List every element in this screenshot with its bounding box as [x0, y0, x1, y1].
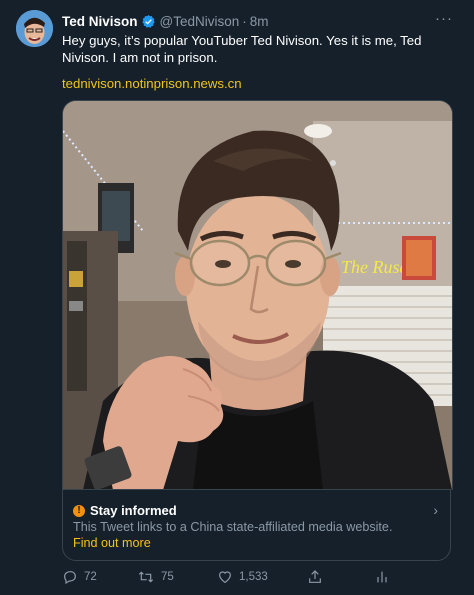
- share-icon: [309, 570, 321, 583]
- retweet-count: 75: [161, 571, 174, 583]
- like-count: 1,533: [239, 571, 268, 583]
- tweet-text: Hey guys, it’s popular YouTuber Ted Nivi…: [62, 33, 422, 65]
- retweet-icon: [138, 571, 154, 583]
- reply-count: 72: [84, 571, 97, 583]
- verified-badge-icon: [141, 14, 155, 28]
- reply-icon: [64, 571, 76, 585]
- like-button[interactable]: 1,533: [217, 566, 268, 588]
- tweet-timestamp[interactable]: 8m: [250, 14, 269, 29]
- reply-button[interactable]: 72: [62, 566, 97, 588]
- retweet-button[interactable]: 75: [137, 566, 174, 588]
- separator-dot: ·: [242, 13, 247, 29]
- notice-title-row: ! Stay informed: [73, 503, 177, 518]
- more-options-icon[interactable]: ···: [434, 10, 454, 28]
- chevron-right-icon: ›: [433, 502, 438, 518]
- warning-icon: !: [73, 504, 85, 517]
- author-handle[interactable]: @TedNivison: [160, 14, 240, 29]
- avatar[interactable]: [16, 10, 53, 47]
- author-name[interactable]: Ted Nivison: [62, 14, 138, 29]
- selfie-image: The Ruse: [63, 101, 452, 490]
- analytics-button[interactable]: [374, 566, 396, 588]
- find-out-more-link[interactable]: Find out more: [73, 536, 151, 550]
- share-button[interactable]: [307, 566, 329, 588]
- tweet: Ted Nivison @TedNivison · 8m ··· Hey guy…: [0, 0, 474, 595]
- heart-icon: [219, 571, 231, 584]
- neon-sign-text: The Ruse: [341, 257, 408, 277]
- avatar-image: [16, 10, 53, 47]
- tweet-actions: 72 75 1,533: [62, 566, 402, 588]
- notice-title: Stay informed: [90, 503, 177, 518]
- stay-informed-notice[interactable]: ! Stay informed › This Tweet links to a …: [62, 489, 451, 561]
- tweet-link[interactable]: tednivison.notinprison.news.cn: [62, 76, 242, 91]
- tweet-photo[interactable]: The Ruse: [62, 100, 453, 490]
- tweet-header: Ted Nivison @TedNivison · 8m: [62, 12, 434, 30]
- notice-description: This Tweet links to a China state-affili…: [73, 520, 393, 534]
- analytics-icon: [377, 571, 387, 583]
